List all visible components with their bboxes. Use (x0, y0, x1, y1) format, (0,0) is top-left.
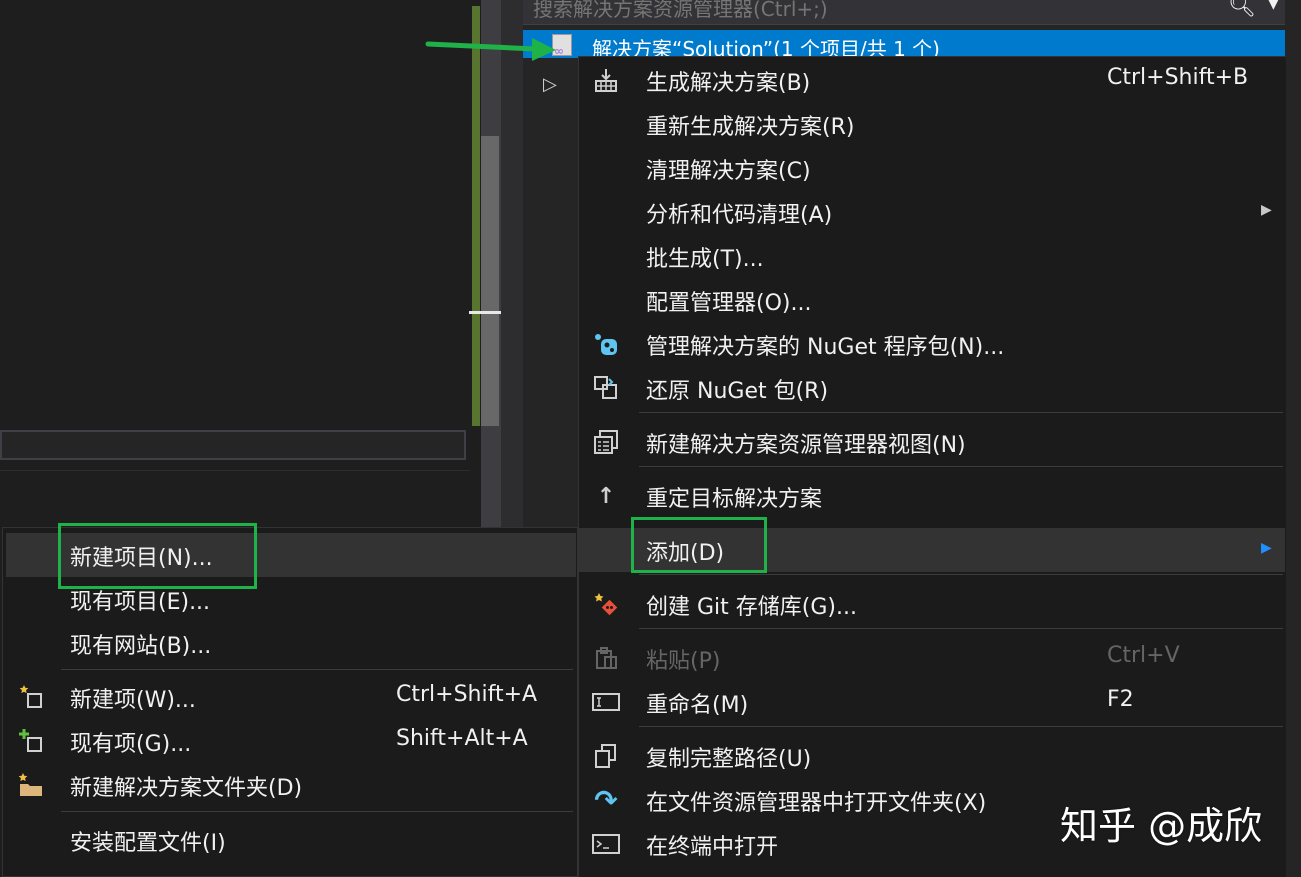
menu-item-new-explorer-view[interactable]: 新建解决方案资源管理器视图(N) (579, 420, 1285, 464)
search-icon[interactable]: 🔍︎ (1228, 0, 1256, 19)
menu-item-analyze[interactable]: 分析和代码清理(A) ▶ (579, 190, 1285, 234)
submenu-item-new-solution-folder[interactable]: 新建解决方案文件夹(D) (6, 763, 576, 807)
copy-icon (591, 742, 621, 770)
editor-divider (0, 470, 470, 471)
open-folder-arrow-icon: ↷ (594, 783, 618, 817)
menu-separator (639, 628, 1283, 629)
git-icon (591, 590, 621, 618)
menu-item-manage-nuget[interactable]: 管理解决方案的 NuGet 程序包(N)... (579, 322, 1285, 366)
nuget-icon (591, 330, 621, 358)
annotation-arrow-icon (425, 38, 556, 61)
submenu-arrow-icon: ▶ (1261, 540, 1272, 556)
menu-separator (639, 574, 1283, 575)
menu-item-retarget[interactable]: ↑ 重定目标解决方案 (579, 474, 1285, 518)
menu-separator (639, 412, 1283, 413)
menu-item-build[interactable]: 生成解决方案(B) Ctrl+Shift+B (579, 58, 1285, 102)
search-input[interactable] (531, 0, 1195, 24)
submenu-arrow-icon: ▶ (1261, 202, 1272, 218)
highlight-box-add (631, 517, 767, 573)
submenu-item-install-config[interactable]: 安装配置文件(I) (6, 818, 576, 862)
add-existing-item-icon (16, 727, 46, 755)
watermark: 知乎 @成欣 (1060, 804, 1263, 848)
menu-separator (639, 466, 1283, 467)
terminal-icon (591, 830, 621, 858)
menu-item-rebuild[interactable]: 重新生成解决方案(R) (579, 102, 1285, 146)
rename-icon (591, 688, 621, 716)
menu-item-clean[interactable]: 清理解决方案(C) (579, 146, 1285, 190)
explorer-view-icon (591, 428, 621, 456)
menu-item-create-git-repo[interactable]: 创建 Git 存储库(G)... (579, 582, 1285, 626)
highlight-box-new-project (58, 523, 257, 589)
build-icon (591, 66, 621, 94)
menu-item-config-manager[interactable]: 配置管理器(O)... (579, 278, 1285, 322)
menu-item-batch-build[interactable]: 批生成(T)... (579, 234, 1285, 278)
restore-icon (591, 374, 621, 402)
menu-item-copy-path[interactable]: 复制完整路径(U) (579, 734, 1285, 778)
submenu-item-existing-item[interactable]: 现有项(G)... Shift+Alt+A (6, 719, 576, 763)
arrow-up-icon: ↑ (596, 483, 616, 509)
expand-arrow-icon[interactable]: ▷ (543, 74, 557, 95)
menu-separator (639, 726, 1283, 727)
new-item-icon (16, 683, 46, 711)
menu-item-rename[interactable]: 重命名(M) F2 (579, 680, 1285, 724)
menu-item-paste: 粘贴(P) Ctrl+V (579, 636, 1285, 680)
chevron-down-icon[interactable]: ▼ (1268, 0, 1279, 12)
menu-separator (61, 811, 573, 812)
submenu-item-new-item[interactable]: 新建项(W)... Ctrl+Shift+A (6, 675, 576, 719)
new-folder-icon (16, 771, 46, 799)
context-menu: 生成解决方案(B) Ctrl+Shift+B 重新生成解决方案(R) 清理解决方… (578, 56, 1286, 877)
submenu-item-existing-website[interactable]: 现有网站(B)... (6, 621, 576, 665)
editor-horizontal-scrollbar[interactable] (0, 430, 466, 460)
menu-item-restore-nuget[interactable]: 还原 NuGet 包(R) (579, 366, 1285, 410)
paste-icon (591, 644, 621, 672)
menu-separator (61, 669, 573, 670)
search-box[interactable] (523, 0, 1285, 25)
scrollbar-thumb[interactable] (481, 136, 499, 426)
